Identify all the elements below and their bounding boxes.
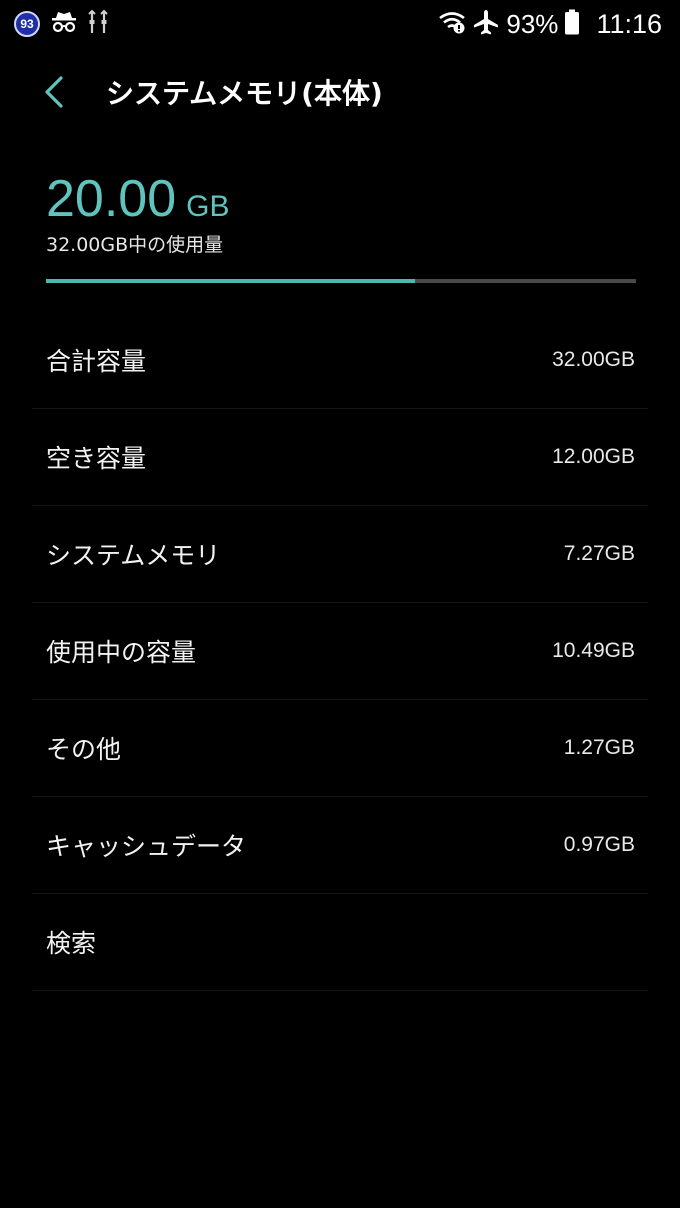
row-label: キャッシュデータ	[46, 832, 247, 861]
airplane-mode-icon	[472, 8, 500, 40]
notification-count: 93	[20, 17, 34, 31]
notification-count-badge: 93	[14, 11, 40, 37]
row-value: 7.27GB	[563, 542, 635, 565]
status-left-icons: 93	[14, 9, 108, 39]
row-label: 検索	[46, 929, 97, 958]
storage-row-other[interactable]: その他 1.27GB	[32, 700, 648, 797]
clock: 11:16	[596, 9, 662, 39]
row-value: 1.27GB	[563, 736, 635, 759]
storage-row-system-memory[interactable]: システムメモリ 7.27GB	[32, 506, 648, 603]
row-label: システムメモリ	[46, 541, 221, 570]
storage-row-free[interactable]: 空き容量 12.00GB	[32, 409, 648, 506]
app-header: システムメモリ(本体)	[0, 56, 680, 132]
wifi-icon	[438, 10, 466, 38]
storage-row-search[interactable]: 検索	[32, 894, 648, 991]
row-value: 12.00GB	[552, 445, 635, 468]
row-label: 合計容量	[46, 347, 147, 376]
usb-debug-icon	[88, 9, 108, 39]
used-value: 20.00	[46, 170, 177, 228]
back-button[interactable]	[28, 68, 80, 120]
storage-row-cache[interactable]: キャッシュデータ 0.97GB	[32, 797, 648, 894]
used-amount: 20.00 GB	[46, 168, 636, 230]
status-bar: 93 93% 11:16	[0, 0, 680, 48]
row-label: その他	[46, 735, 122, 764]
battery-percent: 93%	[506, 9, 559, 39]
battery-icon	[564, 9, 580, 39]
usage-progress-bar	[46, 279, 636, 283]
storage-list: 合計容量 32.00GB 空き容量 12.00GB システムメモリ 7.27GB…	[32, 312, 648, 991]
row-label: 空き容量	[46, 444, 147, 473]
row-value: 0.97GB	[563, 833, 635, 856]
status-right-icons: 93% 11:16	[438, 8, 662, 40]
storage-summary: 20.00 GB 32.00GB中の使用量	[46, 168, 636, 258]
row-label: 使用中の容量	[46, 638, 197, 667]
chevron-left-icon	[42, 75, 66, 113]
used-unit: GB	[186, 190, 230, 223]
used-caption: 32.00GB中の使用量	[46, 234, 224, 256]
storage-row-total[interactable]: 合計容量 32.00GB	[32, 312, 648, 409]
incognito-icon	[50, 9, 78, 39]
row-value: 10.49GB	[552, 639, 635, 662]
page-title: システムメモリ(本体)	[106, 77, 383, 110]
usage-progress-fill	[46, 279, 415, 283]
storage-row-used[interactable]: 使用中の容量 10.49GB	[32, 603, 648, 700]
row-value: 32.00GB	[552, 348, 635, 371]
